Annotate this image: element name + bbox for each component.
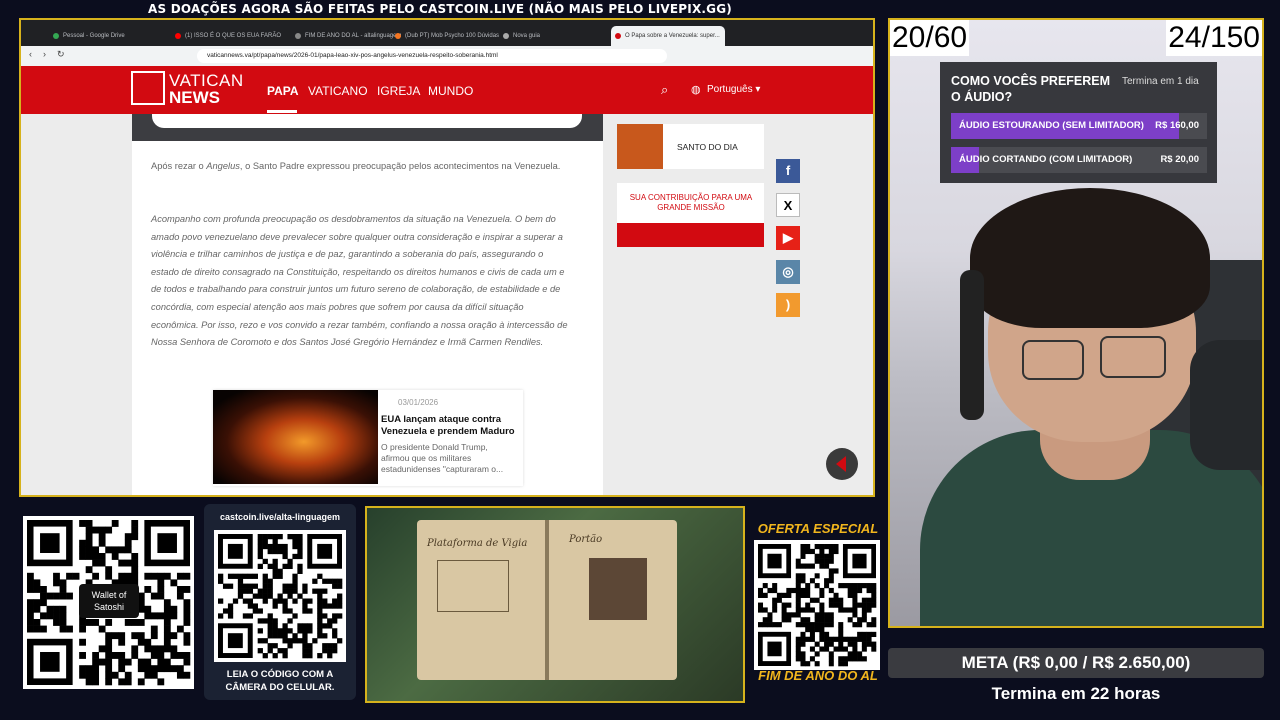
article-quote: Acompanho com profunda preocupação os de… (151, 214, 568, 348)
site-search-field[interactable] (152, 114, 582, 128)
nav-papa[interactable]: PAPA (267, 84, 299, 98)
book-spine (545, 520, 549, 680)
poll-option-2[interactable]: ÁUDIO CORTANDO (COM LIMITADOR) R$ 20,00 (951, 147, 1207, 173)
donation-ticker: AS DOAÇÕES AGORA SÃO FEITAS PELO CASTCOI… (148, 2, 732, 16)
audio-poll: COMO VOCÊS PREFEREM O ÁUDIO? Termina em … (940, 62, 1217, 183)
audio-player-button[interactable] (826, 448, 858, 480)
castcoin-panel: castcoin.live/alta-linguagem LEIA O CÓDI… (204, 504, 356, 700)
nav-mundo[interactable]: MUNDO (428, 84, 473, 98)
related-article-card[interactable]: 03/01/2026 EUA lançam ataque contra Vene… (213, 390, 523, 486)
chevron-down-icon: ▾ (755, 84, 761, 95)
donation-goal: META (R$ 0,00 / R$ 2.650,00) (888, 648, 1264, 678)
article-body: Após rezar o Angelus, o Santo Padre expr… (132, 114, 603, 495)
santo-do-dia-widget[interactable]: SANTO DO DIA (617, 124, 764, 169)
santo-do-dia-label: SANTO DO DIA (677, 142, 738, 152)
language-label: Português (707, 84, 753, 95)
browser-tab[interactable]: (Dub PT) Mob Psycho 100 Dúvidas (391, 26, 509, 46)
journal-right-title: Portão (569, 534, 603, 545)
tab-favicon-icon (615, 33, 621, 39)
gate-sketch (589, 558, 647, 620)
tab-favicon-icon (503, 33, 509, 39)
game-capture: Plataforma de Vigia Portão (365, 506, 745, 703)
reload-icon[interactable]: ↻ (57, 49, 65, 60)
related-article-date: 03/01/2026 (398, 398, 439, 407)
language-selector[interactable]: Português ▾ (707, 84, 760, 95)
counter-left: 20/60 (890, 20, 970, 56)
speaker-icon (836, 456, 846, 472)
forward-icon[interactable]: › (43, 49, 46, 59)
microphone (1190, 340, 1262, 470)
tab-label: O Papa sobre a Venezuela: super... (625, 33, 720, 39)
back-icon[interactable]: ‹ (29, 49, 32, 59)
glasses-lens-right (1100, 336, 1166, 378)
poll-option-1[interactable]: ÁUDIO ESTOURANDO (SEM LIMITADOR) R$ 160,… (951, 113, 1207, 139)
headphones (960, 270, 984, 420)
glasses-lens-left (1022, 340, 1084, 380)
browser-tab-bar: Pessoal - Google Drive (1) ISSO É O QUE O… (21, 20, 873, 46)
journal-book: Plataforma de Vigia Portão (417, 520, 677, 680)
related-article-title[interactable]: EUA lançam ataque contra Venezuela e pre… (381, 414, 521, 438)
tab-label: (Dub PT) Mob Psycho 100 Dúvidas (405, 33, 500, 39)
poll-option-1-value: R$ 160,00 (1155, 120, 1199, 131)
castcoin-url: castcoin.live/alta-linguagem (219, 512, 341, 522)
tab-label: (1) ISSO É O QUE OS EUA FARÃO (185, 33, 282, 39)
watchtower-sketch (437, 560, 509, 612)
search-strip (132, 114, 603, 141)
related-article-image (213, 390, 378, 484)
contribution-text: SUA CONTRIBUIÇÃO PARA UMA GRANDE MISSÃO (629, 193, 753, 212)
streamer-hair (970, 188, 1210, 328)
vatican-news-header: VATICAN NEWS PAPA VATICANO IGREJA MUNDO … (21, 66, 873, 114)
poll-option-2-value: R$ 20,00 (1160, 154, 1199, 165)
address-bar: ‹ › ↻ vaticannews.va/pt/papa/news/2026-0… (21, 46, 873, 66)
related-article-summary: O presidente Donald Trump, afirmou que o… (381, 442, 504, 474)
article-paragraph-intro: Após rezar o Angelus, o Santo Padre expr… (151, 161, 561, 171)
url-field[interactable]: vaticannews.va/pt/papa/news/2026-01/papa… (197, 49, 667, 63)
poll-question: COMO VOCÊS PREFEREM O ÁUDIO? (951, 74, 1111, 104)
tab-favicon-icon (175, 33, 181, 39)
browser-tab[interactable]: Nova guia (499, 26, 621, 46)
counter-right: 24/150 (1166, 20, 1262, 56)
x-icon[interactable]: X (776, 192, 800, 217)
nav-igreja[interactable]: IGREJA (377, 84, 420, 98)
journal-left-title: Plataforma de Vigia (427, 538, 528, 549)
poll-option-1-label: ÁUDIO ESTOURANDO (SEM LIMITADOR) (959, 120, 1144, 131)
qr-pattern (218, 534, 343, 659)
offer-title: OFERTA ESPECIAL (757, 521, 879, 536)
wallet-of-satoshi-badge: Wallet of Satoshi (79, 584, 139, 618)
tab-label: Nova guia (513, 33, 541, 39)
contribution-skyline (617, 223, 764, 247)
special-offer-panel: OFERTA ESPECIAL FIM DE ANO DO AL (752, 516, 884, 688)
offer-subtitle: FIM DE ANO DO AL (758, 668, 878, 683)
wallet-qr-code: Wallet of Satoshi (23, 516, 194, 689)
browser-capture: Pessoal - Google Drive (1) ISSO É O QUE O… (19, 18, 875, 497)
nav-active-indicator (267, 110, 297, 113)
poll-option-2-label: ÁUDIO CORTANDO (COM LIMITADOR) (959, 154, 1133, 165)
nav-vaticano[interactable]: VATICANO (308, 84, 368, 98)
instagram-icon[interactable]: ◎ (776, 259, 800, 284)
tab-label: Pessoal - Google Drive (63, 33, 125, 39)
browser-tab[interactable]: FIM DE ANO DO AL - altalinguagem (291, 26, 401, 46)
browser-tab[interactable]: (1) ISSO É O QUE OS EUA FARÃO (171, 26, 301, 46)
search-icon[interactable]: ⌕ (661, 82, 668, 98)
contribution-banner[interactable]: SUA CONTRIBUIÇÃO PARA UMA GRANDE MISSÃO (617, 183, 764, 247)
poll-time-remaining: Termina em 1 dia (1122, 76, 1199, 87)
offer-qr-code (754, 540, 880, 670)
browser-tab[interactable]: O Papa sobre a Venezuela: super... (611, 26, 725, 46)
castcoin-qr-code (214, 530, 346, 662)
logo-text-bottom: NEWS (169, 88, 220, 107)
facebook-icon[interactable]: f (776, 159, 800, 183)
saint-image (617, 124, 663, 169)
castcoin-instruction: LEIA O CÓDIGO COM A CÂMERA DO CELULAR. (225, 669, 335, 693)
vatican-news-logo[interactable] (131, 71, 165, 105)
rss-icon[interactable]: ) (776, 293, 800, 317)
tab-favicon-icon (395, 33, 401, 39)
globe-icon: ◍ (691, 84, 701, 96)
tab-label: FIM DE ANO DO AL - altalinguagem (305, 33, 401, 39)
tab-favicon-icon (295, 33, 301, 39)
tab-favicon-icon (53, 33, 59, 39)
goal-time-remaining: Termina em 22 horas (991, 684, 1161, 703)
qr-pattern (758, 544, 877, 667)
browser-tab[interactable]: Pessoal - Google Drive (49, 26, 181, 46)
youtube-icon[interactable]: ▶ (776, 226, 800, 250)
